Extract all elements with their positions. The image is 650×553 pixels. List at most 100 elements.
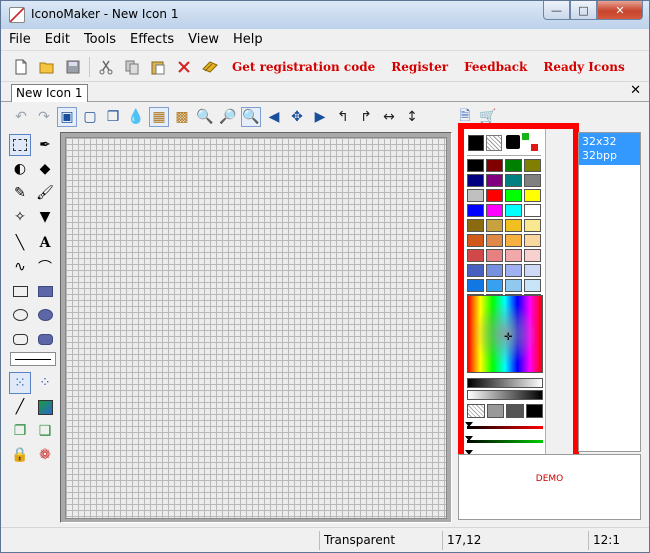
curve-tool-icon[interactable]: ∿ xyxy=(9,256,31,278)
cut-icon[interactable] xyxy=(96,57,116,77)
line-width-selector[interactable] xyxy=(10,352,56,366)
rounded-rect-tool-icon[interactable] xyxy=(9,328,31,350)
rectangle-tool-icon[interactable] xyxy=(9,280,31,302)
effects-icon[interactable]: ❁ xyxy=(34,444,56,466)
color-swatch[interactable] xyxy=(467,174,484,187)
feedback-link[interactable]: Feedback xyxy=(464,60,527,74)
solid-line-icon[interactable]: ╱ xyxy=(9,396,31,418)
spray-icon[interactable]: ✧ xyxy=(9,206,31,228)
fill-bucket-icon[interactable]: ▼ xyxy=(34,206,56,228)
format-item-selected[interactable]: 32x32 32bpp xyxy=(579,133,640,165)
move-left-icon[interactable]: ◀ xyxy=(264,107,284,127)
transparency-gradient-bar[interactable] xyxy=(467,390,543,400)
color-swatch[interactable] xyxy=(505,234,522,247)
menu-help[interactable]: Help xyxy=(233,32,263,47)
transparency-drop-icon[interactable]: 💧 xyxy=(126,107,146,127)
redo-icon[interactable]: ↷ xyxy=(34,107,54,127)
close-document-button[interactable]: ✕ xyxy=(630,83,641,98)
brush-icon[interactable]: 🖌 xyxy=(34,182,56,204)
overlay-mode-icon[interactable]: ❐ xyxy=(9,420,31,442)
blend-mode-icon[interactable]: ❑ xyxy=(34,420,56,442)
alpha-swatch-1[interactable] xyxy=(486,404,504,418)
swap-colors-icon[interactable] xyxy=(522,133,538,151)
zoom-out-icon[interactable]: 🔎 xyxy=(218,107,238,127)
color-swatch[interactable] xyxy=(524,279,541,292)
menu-view[interactable]: View xyxy=(188,32,219,47)
color-swatch[interactable] xyxy=(486,219,503,232)
color-swatch[interactable] xyxy=(486,174,503,187)
green-channel-slider[interactable] xyxy=(465,436,543,443)
color-swatch[interactable] xyxy=(505,159,522,172)
color-swatch[interactable] xyxy=(524,159,541,172)
filled-rectangle-tool-icon[interactable] xyxy=(34,280,56,302)
foreground-color-swatch[interactable] xyxy=(468,135,484,151)
red-channel-slider[interactable] xyxy=(465,422,543,429)
delete-icon[interactable] xyxy=(174,57,194,77)
rect-select-tool-icon[interactable] xyxy=(9,134,31,156)
color-swatch[interactable] xyxy=(467,159,484,172)
background-transparent-swatch[interactable] xyxy=(486,135,502,151)
alpha-swatch-3[interactable] xyxy=(525,404,543,418)
alpha-swatch-2[interactable] xyxy=(506,404,524,418)
color-swatch[interactable] xyxy=(505,264,522,277)
pixel-grid-icon[interactable]: ▩ xyxy=(172,107,192,127)
menu-tools[interactable]: Tools xyxy=(84,32,116,47)
zoom-in-icon[interactable]: 🔍 xyxy=(195,107,215,127)
color-swatch[interactable] xyxy=(467,204,484,217)
color-swatch[interactable] xyxy=(467,264,484,277)
color-swatch[interactable] xyxy=(467,219,484,232)
copy-icon[interactable] xyxy=(122,57,142,77)
pipette-icon[interactable]: ✒ xyxy=(34,134,56,156)
move-all-icon[interactable]: ✥ xyxy=(287,107,307,127)
menu-effects[interactable]: Effects xyxy=(130,32,174,47)
color-swatch[interactable] xyxy=(524,219,541,232)
close-button[interactable]: ✕ xyxy=(597,1,643,20)
color-swatch[interactable] xyxy=(505,189,522,202)
color-swatch[interactable] xyxy=(505,174,522,187)
new-icon[interactable] xyxy=(11,57,31,77)
register-key-icon[interactable] xyxy=(200,57,220,77)
color-swatch[interactable] xyxy=(524,174,541,187)
color-swatch[interactable] xyxy=(486,264,503,277)
select-all-icon[interactable]: ▣ xyxy=(57,106,77,127)
ellipse-tool-icon[interactable] xyxy=(9,304,31,326)
dot-grid-pattern-icon[interactable]: ⁙ xyxy=(9,372,31,394)
save-icon[interactable] xyxy=(63,57,83,77)
rotate-left-icon[interactable]: ↰ xyxy=(333,107,353,127)
line-tool-icon[interactable]: ╲ xyxy=(9,232,31,254)
rotate-right-icon[interactable]: ↱ xyxy=(356,107,376,127)
minimize-button[interactable]: — xyxy=(543,1,570,20)
color-swatch[interactable] xyxy=(524,264,541,277)
eraser-icon[interactable]: ◆ xyxy=(34,158,56,180)
menu-edit[interactable]: Edit xyxy=(45,32,70,47)
register-link[interactable]: Register xyxy=(391,60,448,74)
move-right-icon[interactable]: ▶ xyxy=(310,107,330,127)
color-swatch[interactable] xyxy=(505,249,522,262)
get-registration-code-link[interactable]: Get registration code xyxy=(232,60,375,74)
color-swatch[interactable] xyxy=(467,189,484,202)
gradient-fill-icon[interactable] xyxy=(34,396,56,418)
color-spectrum-picker[interactable]: ✛ xyxy=(467,295,543,373)
color-swatch[interactable] xyxy=(486,279,503,292)
color-swatch[interactable] xyxy=(467,234,484,247)
color-swatch[interactable] xyxy=(505,204,522,217)
maximize-button[interactable]: □ xyxy=(570,1,597,20)
crop-icon[interactable]: ▢ xyxy=(80,107,100,127)
flip-vertical-icon[interactable]: ↕ xyxy=(402,107,422,127)
brightness-gradient-bar[interactable] xyxy=(467,378,543,388)
color-swatch[interactable] xyxy=(467,279,484,292)
paste-icon[interactable] xyxy=(148,57,168,77)
grid-toggle-icon[interactable]: ▦ xyxy=(149,106,169,127)
color-swatch[interactable] xyxy=(486,234,503,247)
color-swatch[interactable] xyxy=(524,234,541,247)
undo-icon[interactable]: ↶ xyxy=(11,107,31,127)
pixel-editing-canvas[interactable] xyxy=(65,137,447,519)
alpha-swatch-0[interactable] xyxy=(467,404,485,418)
zoom-actual-icon[interactable]: 🔍 xyxy=(241,106,261,127)
color-swatch[interactable] xyxy=(505,219,522,232)
color-swatch[interactable] xyxy=(524,249,541,262)
black-white-reset-icon[interactable] xyxy=(506,135,520,149)
color-swatch[interactable] xyxy=(524,189,541,202)
open-folder-icon[interactable] xyxy=(37,57,57,77)
tab-new-icon-1[interactable]: New Icon 1 xyxy=(11,84,88,102)
